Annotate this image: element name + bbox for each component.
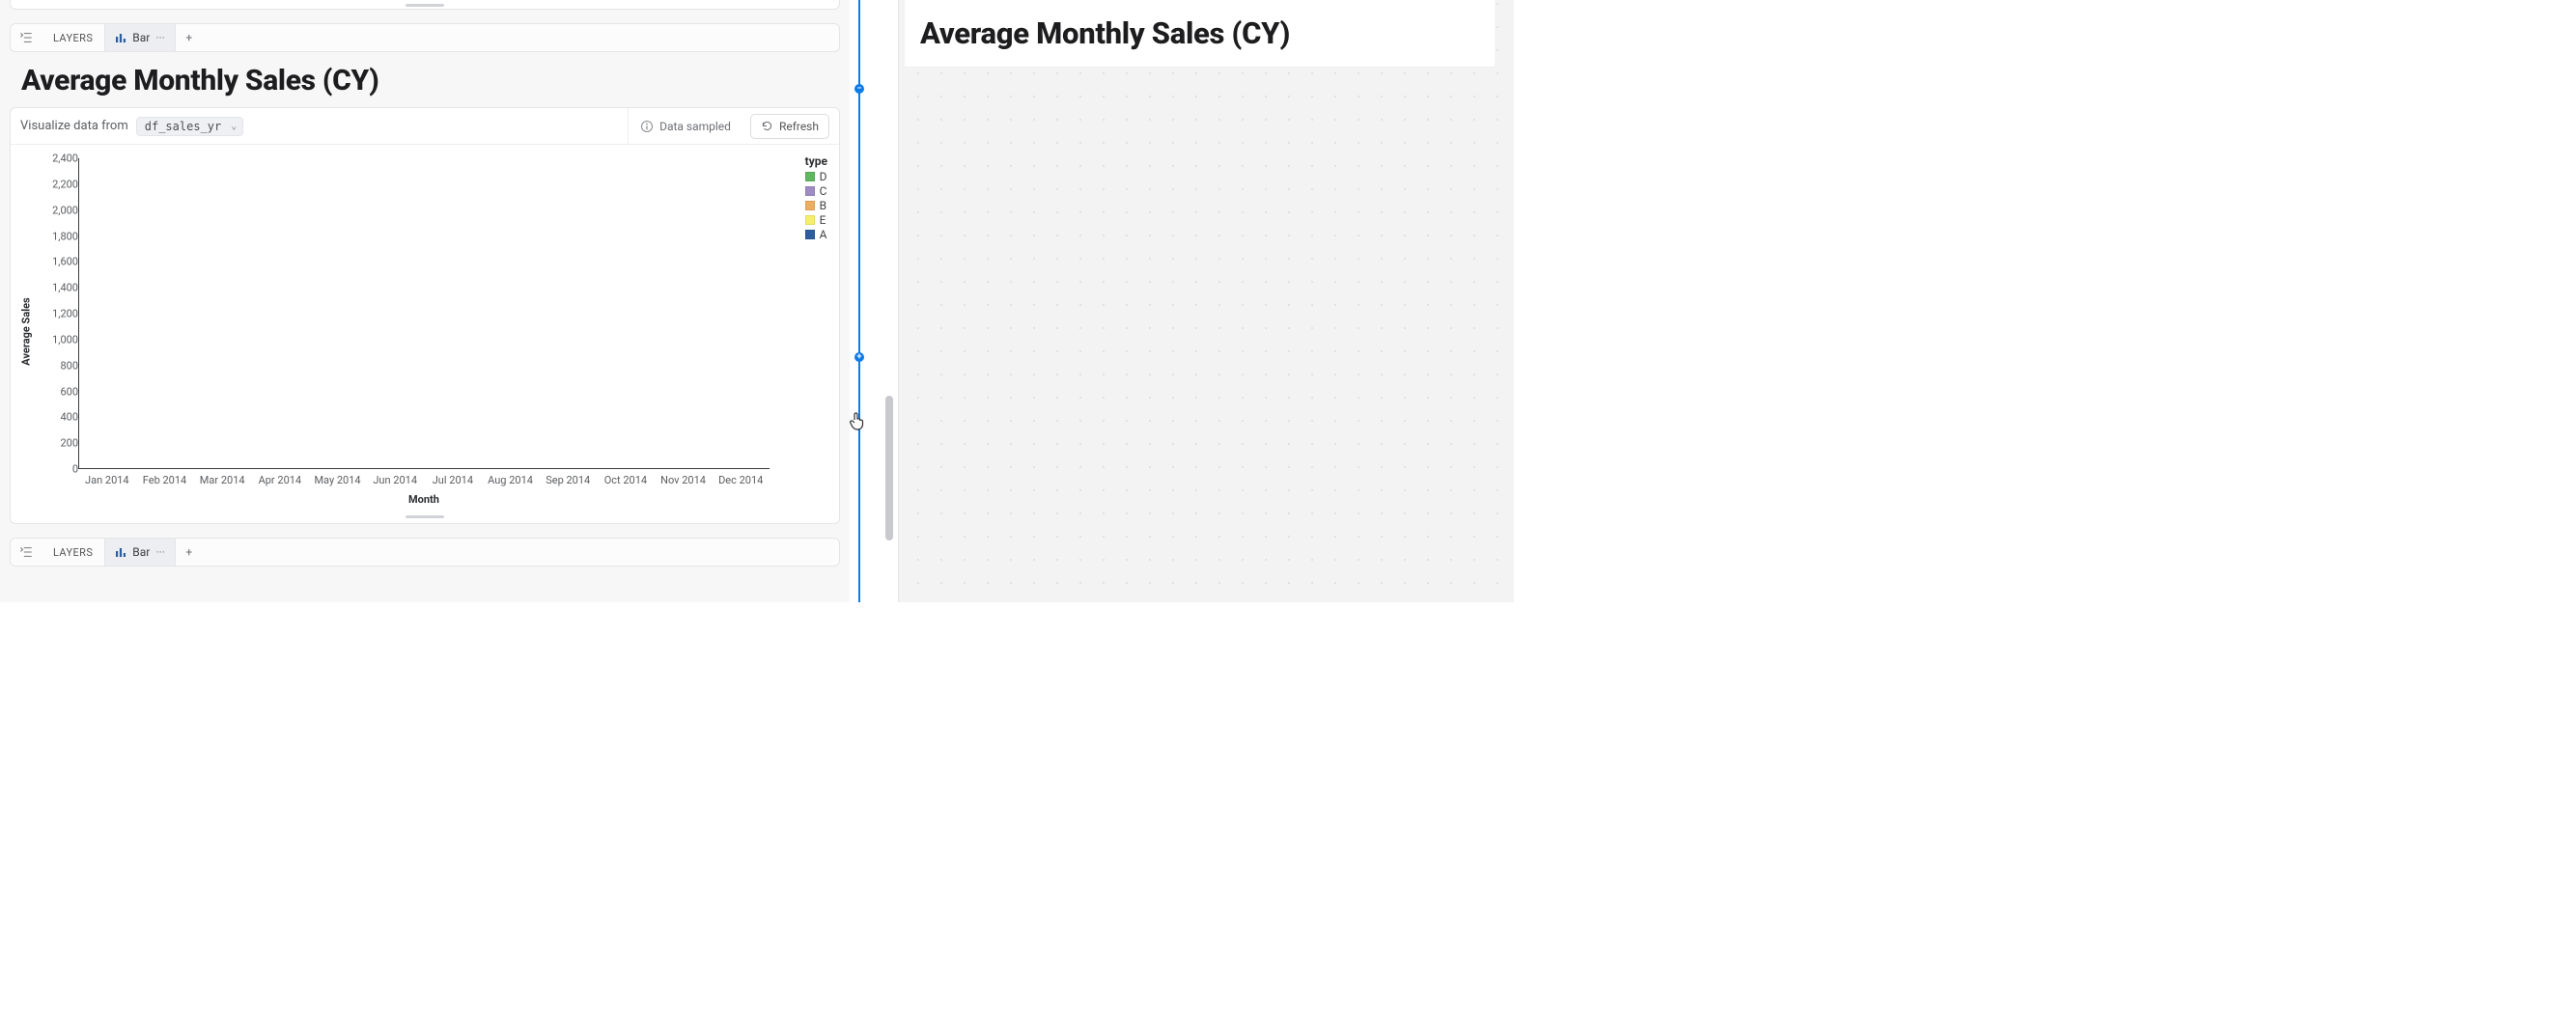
y-tick: 1,400 — [36, 282, 78, 294]
collapse-layers-button[interactable] — [11, 31, 42, 44]
y-tick: 1,000 — [36, 333, 78, 346]
info-icon — [640, 120, 654, 133]
tab-bar-label: Bar — [132, 545, 150, 559]
rail-collapse-button[interactable]: − — [854, 84, 864, 94]
refresh-icon — [761, 120, 773, 132]
y-tick: 2,200 — [36, 178, 78, 190]
collapse-layers-button[interactable] — [11, 545, 42, 559]
x-axis-title: Month — [78, 493, 770, 506]
card-header: Visualize data from df_sales_yr ⌄ Data s… — [11, 108, 839, 145]
data-sampled-label: Data sampled — [659, 120, 731, 133]
layer-bar-bottom: LAYERS Bar ··· + — [10, 538, 840, 567]
drag-handle-icon[interactable] — [406, 515, 444, 518]
ellipsis-icon[interactable]: ··· — [155, 545, 164, 559]
y-tick: 600 — [36, 385, 78, 398]
ellipsis-icon[interactable]: ··· — [155, 31, 164, 44]
y-tick: 1,800 — [36, 230, 78, 242]
y-tick: 2,400 — [36, 152, 78, 165]
bar-chart-icon — [115, 32, 126, 43]
editor-pane: LAYERS Bar ··· + Average Monthly Sales (… — [0, 0, 850, 602]
layer-bar-top: LAYERS Bar ··· + — [10, 23, 840, 52]
dataset-select[interactable]: df_sales_yr ⌄ — [136, 117, 243, 136]
tab-bar-bottom[interactable]: Bar ··· — [105, 539, 175, 566]
y-tick: 0 — [36, 463, 78, 476]
data-sampled-pill[interactable]: Data sampled — [628, 108, 742, 144]
y-tick: 1,600 — [36, 256, 78, 268]
chart-body: type DCBEA Average Sales 2,4002,2002,000… — [11, 145, 839, 510]
tab-layers-top[interactable]: LAYERS — [42, 24, 105, 51]
chart-title: Average Monthly Sales (CY) — [21, 64, 840, 97]
y-axis: 2,4002,2002,0001,8001,6001,4001,2001,000… — [36, 158, 78, 469]
rail-insert-button[interactable]: + — [854, 352, 864, 362]
y-tick: 800 — [36, 359, 78, 372]
add-layer-button-bottom[interactable]: + — [176, 545, 203, 559]
preview-pane: Average Monthly Sales (CY) — [898, 0, 1514, 602]
y-tick: 2,000 — [36, 204, 78, 216]
dataset-name: df_sales_yr — [145, 120, 221, 133]
drag-handle-icon[interactable] — [406, 4, 444, 7]
y-tick: 1,200 — [36, 308, 78, 320]
refresh-button[interactable]: Refresh — [750, 114, 829, 139]
chevron-down-icon: ⌄ — [231, 121, 237, 131]
y-tick: 200 — [36, 437, 78, 450]
bar-chart-icon — [115, 546, 126, 558]
cursor-hand-icon — [846, 409, 869, 432]
preview-title: Average Monthly Sales (CY) — [920, 15, 1290, 51]
refresh-label: Refresh — [779, 120, 819, 133]
list-collapse-icon — [19, 31, 33, 44]
cell-above-footer — [10, 0, 840, 10]
plot-area: Average Sales 2,4002,2002,0001,8001,6001… — [22, 158, 827, 504]
tab-bar-top[interactable]: Bar ··· — [105, 24, 175, 51]
scrollbar-thumb[interactable] — [885, 396, 893, 540]
chart-card: Visualize data from df_sales_yr ⌄ Data s… — [10, 107, 840, 524]
scrollbar[interactable] — [884, 0, 894, 602]
y-tick: 400 — [36, 411, 78, 424]
tab-bar-label: Bar — [132, 31, 150, 44]
add-layer-button-top[interactable]: + — [176, 31, 203, 44]
vertical-rail[interactable]: − + — [855, 0, 863, 602]
preview-header: Average Monthly Sales (CY) — [905, 0, 1495, 68]
tab-layers-bottom[interactable]: LAYERS — [42, 539, 105, 566]
card-footer — [11, 510, 839, 523]
visualize-label: Visualize data from — [20, 119, 128, 133]
chart-plot — [78, 158, 770, 469]
list-collapse-icon — [19, 545, 33, 559]
y-axis-title: Average Sales — [20, 297, 33, 365]
